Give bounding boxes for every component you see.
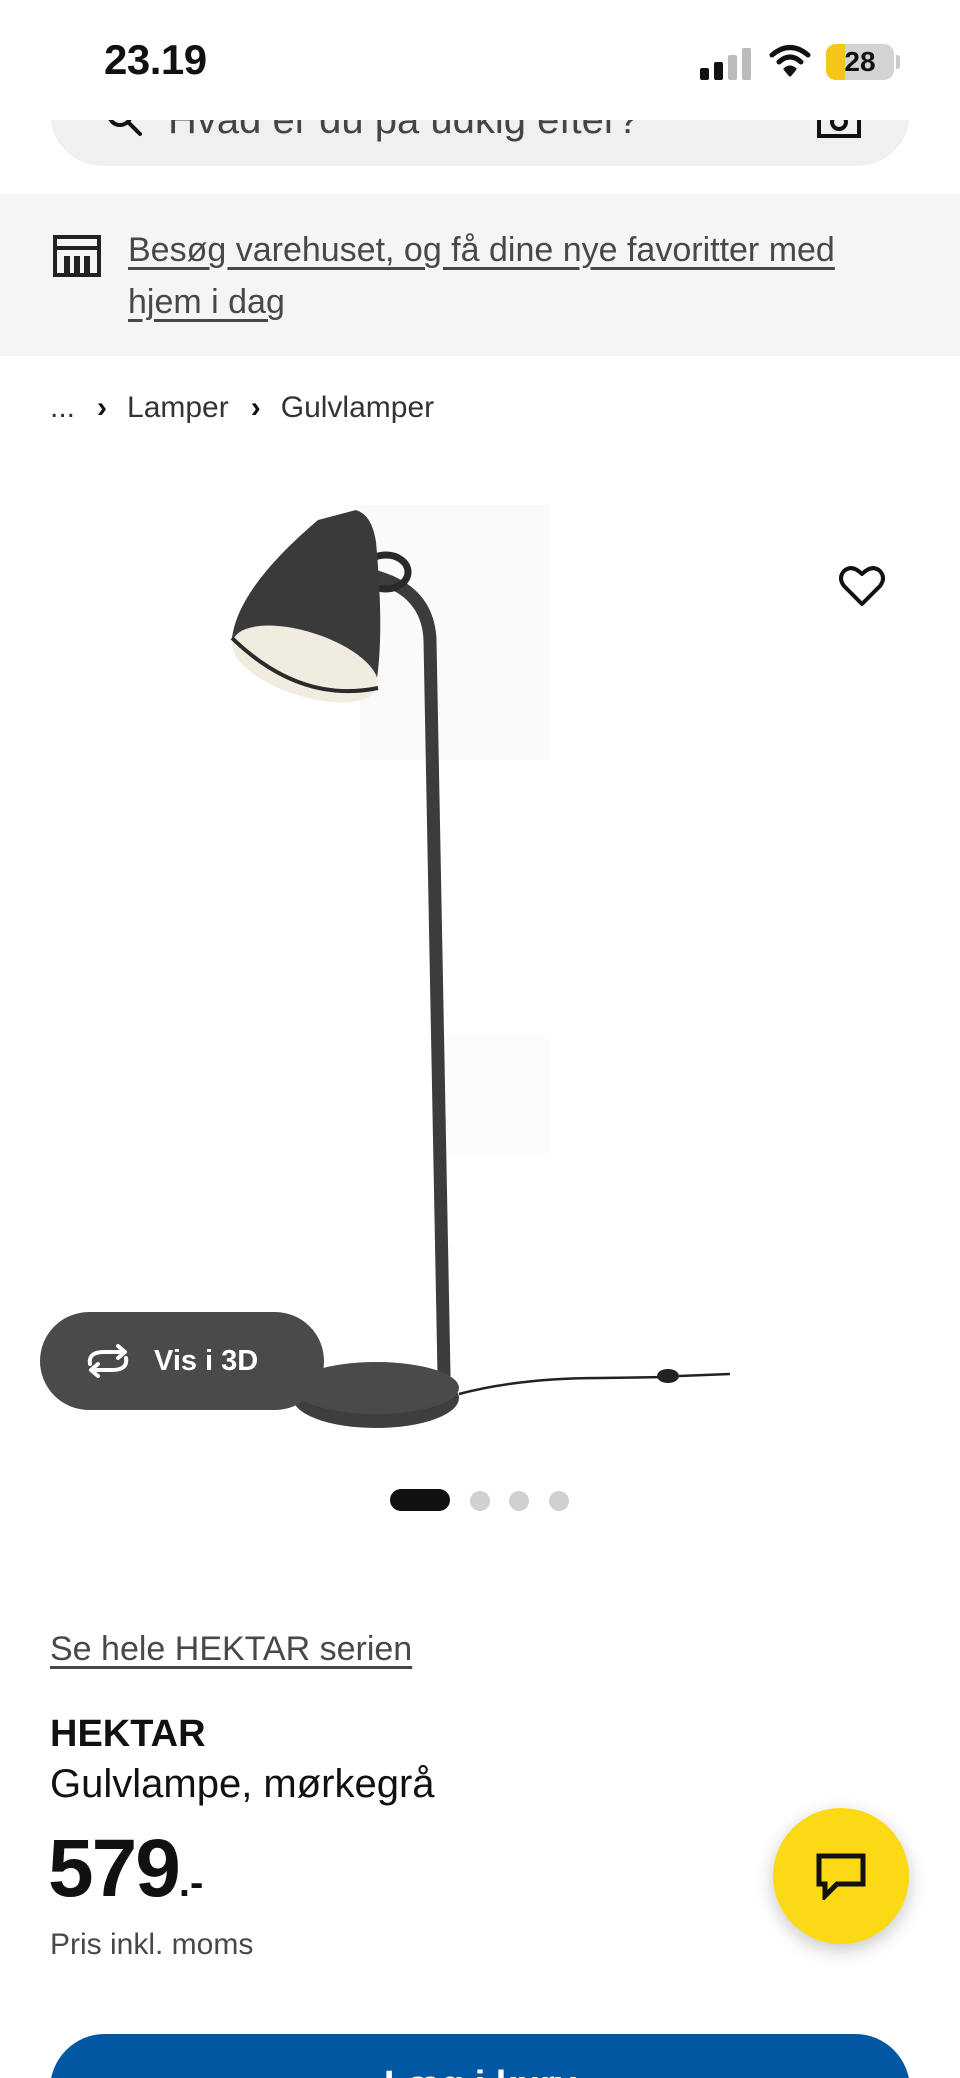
breadcrumb-ellipsis[interactable]: ... xyxy=(50,391,75,425)
carousel-dot[interactable] xyxy=(509,1491,529,1511)
series-link[interactable]: Se hele HEKTAR serien xyxy=(50,1630,412,1669)
chevron-right-icon: › xyxy=(250,391,261,424)
product-name: HEKTAR xyxy=(50,1713,206,1755)
add-to-cart-label: Læg i kurv xyxy=(50,2064,910,2078)
price-suffix: .- xyxy=(178,1861,204,1905)
view-3d-button[interactable]: Vis i 3D xyxy=(40,1312,324,1410)
product-description: Gulvlampe, mørkegrå xyxy=(50,1762,435,1806)
add-to-cart-button[interactable]: Læg i kurv xyxy=(50,2034,910,2078)
chat-button[interactable] xyxy=(773,1808,909,1944)
price-note: Pris inkl. moms xyxy=(50,1928,254,1961)
store-icon xyxy=(53,235,101,277)
status-bar: 23.19 28 xyxy=(0,0,960,120)
store-banner-link[interactable]: Besøg varehuset, og få dine nye favoritt… xyxy=(128,224,908,328)
chevron-right-icon: › xyxy=(97,391,108,424)
carousel-indicator xyxy=(0,1488,960,1512)
carousel-dot[interactable] xyxy=(549,1491,569,1511)
view-3d-label: Vis i 3D xyxy=(154,1344,259,1377)
battery-icon: 28 xyxy=(826,44,894,80)
store-banner[interactable]: Besøg varehuset, og få dine nye favoritt… xyxy=(0,194,960,356)
battery-tip xyxy=(896,55,900,69)
chat-icon xyxy=(816,1853,866,1900)
price-value: 579 xyxy=(48,1823,181,1914)
battery-level: 28 xyxy=(844,46,876,77)
carousel-dot[interactable] xyxy=(470,1491,490,1511)
product-price: 579 .- xyxy=(48,1822,203,1916)
heart-icon[interactable] xyxy=(836,560,888,612)
breadcrumb: ... › Lamper › Gulvlamper xyxy=(50,388,434,428)
signal-icon xyxy=(700,46,752,80)
breadcrumb-item-lamper[interactable]: Lamper xyxy=(127,391,229,425)
carousel-dot-active[interactable] xyxy=(390,1489,450,1511)
status-time: 23.19 xyxy=(104,36,207,83)
breadcrumb-item-gulvlamper[interactable]: Gulvlamper xyxy=(281,391,434,425)
rotate-3d-icon xyxy=(87,1344,129,1378)
wifi-icon xyxy=(769,45,811,77)
